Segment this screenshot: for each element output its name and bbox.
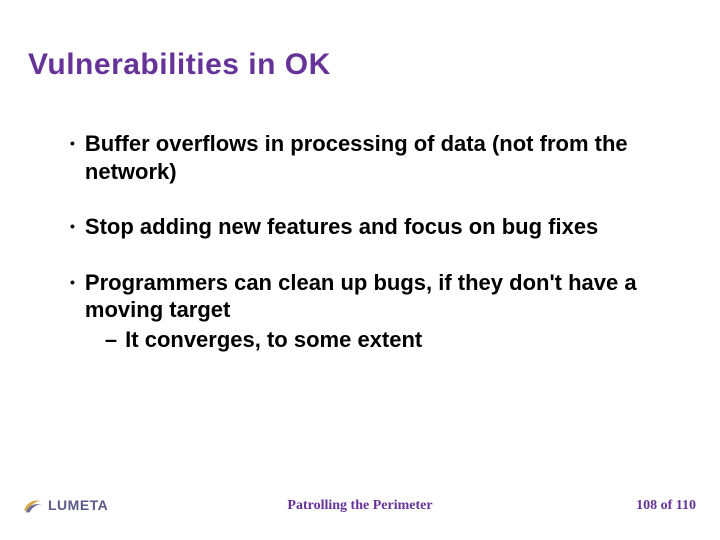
bullet-marker-icon: • <box>70 130 75 185</box>
footer-title: Patrolling the Perimeter <box>287 498 432 514</box>
bullet-item: • Stop adding new features and focus on … <box>70 213 672 241</box>
dash-marker-icon: – <box>105 326 117 354</box>
page-current: 108 <box>636 498 657 513</box>
slide: Vulnerabilities in OK • Buffer overflows… <box>0 0 720 540</box>
bullet-text: Stop adding new features and focus on bu… <box>85 213 672 241</box>
page-total: 110 <box>676 498 696 513</box>
bullet-item: • Buffer overflows in processing of data… <box>70 130 672 185</box>
slide-content: • Buffer overflows in processing of data… <box>70 130 672 353</box>
bullet-item: • Programmers can clean up bugs, if they… <box>70 269 672 354</box>
slide-footer: LUMETA Patrolling the Perimeter 108 of 1… <box>0 488 720 518</box>
bullet-text: Buffer overflows in processing of data (… <box>85 130 672 185</box>
bullet-text-line: Programmers can clean up bugs, if they d… <box>85 270 637 323</box>
page-separator: of <box>657 498 676 513</box>
bullet-marker-icon: • <box>70 213 75 241</box>
sub-bullet-item: – It converges, to some extent <box>85 326 672 354</box>
slide-title: Vulnerabilities in OK <box>28 48 331 82</box>
bullet-marker-icon: • <box>70 269 75 354</box>
bullet-text: Programmers can clean up bugs, if they d… <box>85 269 672 354</box>
logo-swoosh-icon <box>22 494 44 516</box>
page-number: 108 of 110 <box>636 498 696 514</box>
lumeta-logo: LUMETA <box>22 492 132 518</box>
sub-bullet-text: It converges, to some extent <box>125 326 422 354</box>
logo-text: LUMETA <box>48 497 108 513</box>
